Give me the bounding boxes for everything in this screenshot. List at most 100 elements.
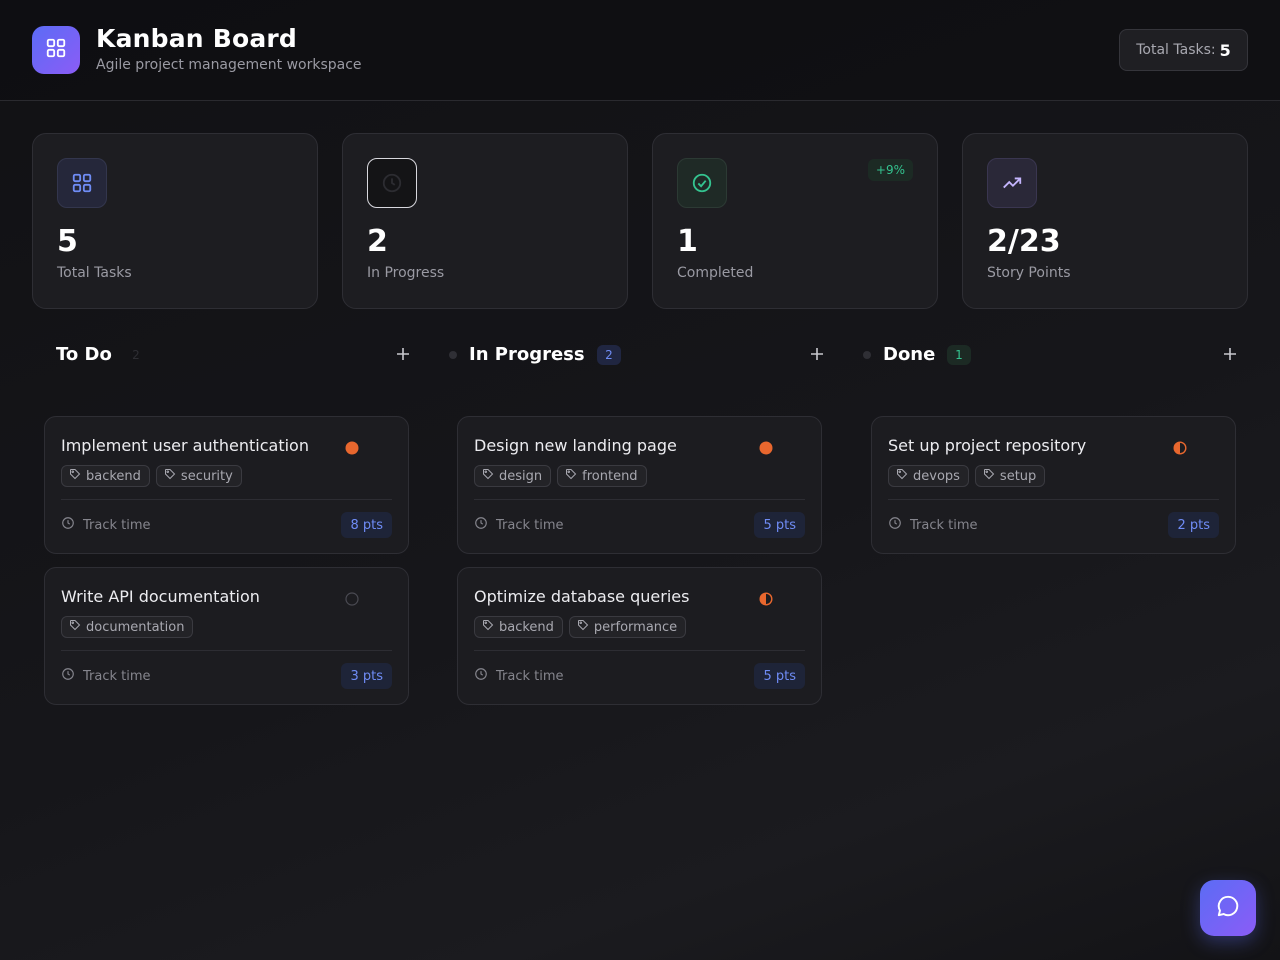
- column-title: In Progress: [469, 344, 585, 365]
- tag-label: backend: [86, 468, 141, 484]
- task-title: Design new landing page: [474, 436, 677, 455]
- tag[interactable]: backend: [61, 465, 150, 487]
- tag-icon: [565, 468, 577, 484]
- task-title: Write API documentation: [61, 587, 260, 606]
- tag-icon: [164, 468, 176, 484]
- track-time-label: Track time: [496, 517, 564, 533]
- task-card[interactable]: Optimize database queries backend perfor…: [457, 567, 822, 705]
- tag-icon: [983, 468, 995, 484]
- stat-value: 1: [677, 224, 698, 259]
- app-header: Kanban Board Agile project management wo…: [0, 0, 1280, 101]
- tag[interactable]: devops: [888, 465, 969, 487]
- tag-list: backend performance: [474, 616, 687, 638]
- tag-label: design: [499, 468, 543, 484]
- tag[interactable]: documentation: [61, 616, 194, 638]
- total-tasks-label: Total Tasks:: [1136, 42, 1216, 58]
- column-count-badge: 2: [132, 348, 140, 362]
- clock-icon: [367, 158, 417, 208]
- chat-button[interactable]: [1200, 880, 1256, 936]
- column-header-done: Done 1: [858, 336, 1248, 374]
- tag[interactable]: performance: [568, 616, 687, 638]
- stat-value: 5: [57, 224, 78, 259]
- app-logo: [32, 26, 80, 74]
- card-divider: [474, 499, 805, 500]
- story-points-badge: 3 pts: [341, 663, 392, 689]
- tag-icon: [482, 619, 494, 635]
- card-divider: [474, 650, 805, 651]
- tag-icon: [69, 619, 81, 635]
- track-time-label: Track time: [83, 517, 151, 533]
- stat-label: Completed: [677, 265, 754, 281]
- track-time-button[interactable]: Track time: [474, 667, 564, 685]
- task-card[interactable]: Write API documentation documentation Tr…: [44, 567, 409, 705]
- stat-label: Total Tasks: [57, 265, 132, 281]
- tag[interactable]: backend: [474, 616, 563, 638]
- column-status-dot: [449, 351, 457, 359]
- tag-label: setup: [999, 468, 1037, 484]
- column-title: Done: [883, 344, 936, 365]
- clock-icon: [61, 516, 75, 534]
- grid-icon: [45, 37, 67, 63]
- task-card[interactable]: Implement user authentication backend se…: [44, 416, 409, 554]
- tag[interactable]: design: [474, 465, 552, 487]
- tag[interactable]: security: [155, 465, 242, 487]
- total-tasks-pill: Total Tasks: 5: [1119, 29, 1248, 71]
- stat-card-completed: +9% 1 Completed: [652, 133, 938, 309]
- tag-list: devops setup: [888, 465, 1046, 487]
- stat-card-story-points: 2/23 Story Points: [962, 133, 1248, 309]
- card-divider: [888, 499, 1219, 500]
- priority-high-icon: [758, 440, 774, 456]
- tag-label: security: [180, 468, 233, 484]
- tag-icon: [577, 619, 589, 635]
- tag-label: devops: [913, 468, 960, 484]
- card-divider: [61, 499, 392, 500]
- stat-label: In Progress: [367, 265, 445, 281]
- priority-high-icon: [344, 440, 360, 456]
- stat-card-total: 5 Total Tasks: [32, 133, 318, 309]
- total-tasks-value: 5: [1219, 40, 1231, 60]
- priority-low-icon: [344, 591, 360, 607]
- add-card-button[interactable]: [393, 345, 413, 365]
- tag[interactable]: frontend: [557, 465, 647, 487]
- plus-icon: [396, 346, 410, 365]
- tag-icon: [482, 468, 494, 484]
- column-count-badge: 1: [947, 345, 971, 365]
- chat-bubble-icon: [1215, 893, 1241, 923]
- track-time-button[interactable]: Track time: [888, 516, 978, 534]
- story-points-badge: 2 pts: [1168, 512, 1219, 538]
- tag[interactable]: setup: [974, 465, 1046, 487]
- tag-icon: [896, 468, 908, 484]
- priority-medium-icon: [1172, 440, 1188, 456]
- task-card[interactable]: Set up project repository devops setup T…: [871, 416, 1236, 554]
- tag-label: frontend: [582, 468, 638, 484]
- column-header-in-progress: In Progress 2: [444, 336, 834, 374]
- stat-value: 2/23: [987, 224, 1061, 259]
- card-divider: [61, 650, 392, 651]
- track-time-button[interactable]: Track time: [61, 667, 151, 685]
- trend-badge: +9%: [867, 159, 913, 181]
- grid-icon: [57, 158, 107, 208]
- column-count-badge: 2: [597, 345, 621, 365]
- story-points-badge: 5 pts: [754, 512, 805, 538]
- tag-list: backend security: [61, 465, 242, 487]
- story-points-badge: 8 pts: [341, 512, 392, 538]
- track-time-label: Track time: [910, 517, 978, 533]
- stat-value: 2: [367, 224, 388, 259]
- tag-list: documentation: [61, 616, 194, 638]
- tag-icon: [69, 468, 81, 484]
- plus-icon: [810, 346, 824, 365]
- stat-card-in-progress: 2 In Progress: [342, 133, 628, 309]
- story-points-badge: 5 pts: [754, 663, 805, 689]
- stat-label: Story Points: [987, 265, 1071, 281]
- clock-icon: [474, 667, 488, 685]
- tag-list: design frontend: [474, 465, 647, 487]
- track-time-button[interactable]: Track time: [61, 516, 151, 534]
- tag-label: backend: [499, 619, 554, 635]
- task-card[interactable]: Design new landing page design frontend …: [457, 416, 822, 554]
- track-time-button[interactable]: Track time: [474, 516, 564, 534]
- add-card-button[interactable]: [807, 345, 827, 365]
- add-card-button[interactable]: [1220, 345, 1240, 365]
- tag-label: documentation: [86, 619, 185, 635]
- column-header-todo: To Do 2: [44, 336, 420, 374]
- clock-icon: [61, 667, 75, 685]
